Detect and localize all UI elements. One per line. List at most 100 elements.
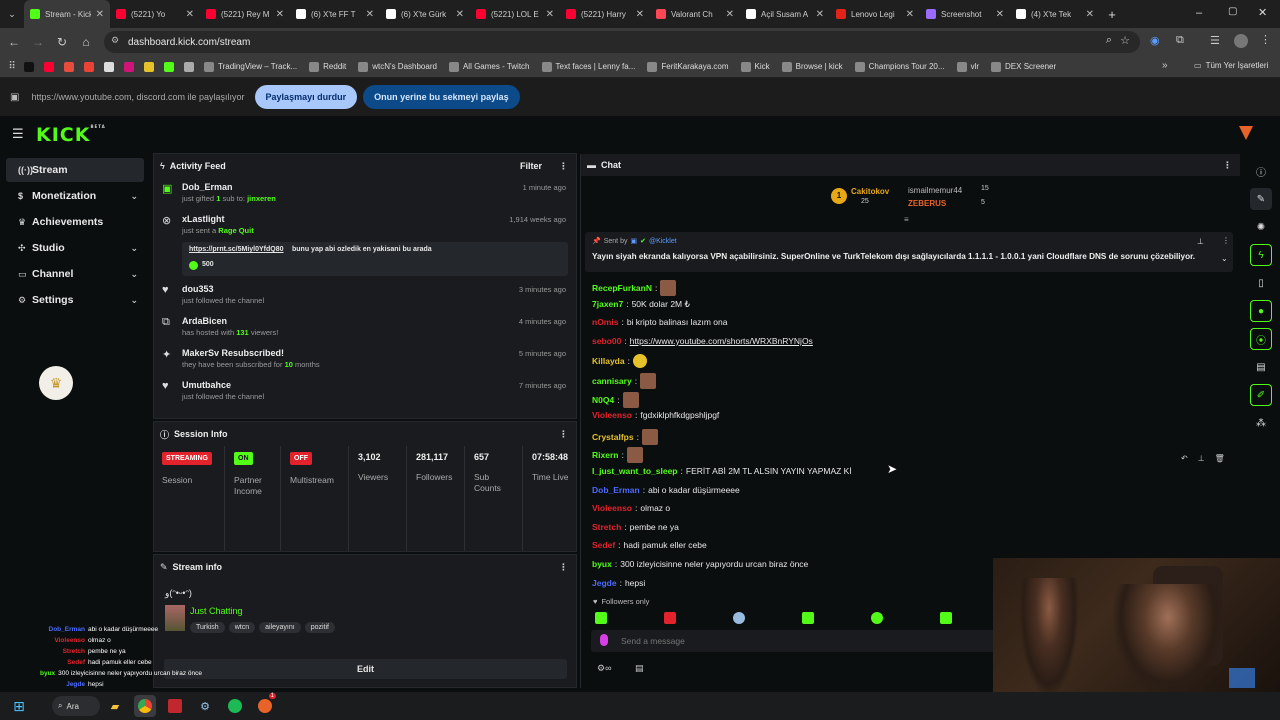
chat-username[interactable]: sebo00 <box>592 336 621 346</box>
activity-menu-icon[interactable]: ⋮ <box>559 161 568 172</box>
spotify-icon[interactable] <box>224 695 246 717</box>
chat-username[interactable]: Violeenso <box>592 410 632 420</box>
window-maximize-button[interactable]: ▢ <box>1228 6 1237 17</box>
activity-user[interactable]: dou353 <box>182 284 264 294</box>
extensions-puzzle-icon[interactable]: ⧉ <box>1176 34 1184 47</box>
chat-username[interactable]: byux <box>592 559 612 569</box>
sidebar-item-stream[interactable]: ((·)) Stream <box>6 158 144 182</box>
sidebar-item-monetization[interactable]: $ Monetization ⌄ <box>6 184 144 208</box>
sidebar-item-channel[interactable]: ▭ Channel ⌄ <box>6 262 144 286</box>
chat-username[interactable]: Dob_Erman <box>592 485 640 495</box>
emote-5-icon[interactable] <box>871 612 883 624</box>
chat-message-input[interactable] <box>621 633 981 649</box>
reload-icon[interactable]: ↻ <box>50 35 74 49</box>
browser-tab[interactable]: (4) X'te Tek ✕ <box>1010 0 1100 28</box>
browser-tab[interactable]: (6) X'te FF T ✕ <box>290 0 380 28</box>
chat-username[interactable]: nOmis <box>592 317 618 327</box>
chat-extra-icon[interactable]: ▤ <box>635 663 644 674</box>
share-this-tab-button[interactable]: Onun yerine bu sekmeyi paylaş <box>363 85 520 109</box>
all-bookmarks-link[interactable]: ▭ Tüm Yer İşaretleri <box>1194 61 1268 70</box>
chat-username[interactable]: cannisary <box>592 376 632 386</box>
emote-4-icon[interactable] <box>802 612 814 624</box>
profile-avatar[interactable] <box>1234 34 1248 48</box>
category-name[interactable]: Just Chatting <box>190 606 243 616</box>
chat-username[interactable]: Stretch <box>592 522 621 532</box>
sidebar-item-studio[interactable]: ✣ Studio ⌄ <box>6 236 144 260</box>
bookmark-item[interactable]: Reddit <box>309 61 346 72</box>
bookmark-item[interactable]: vlr <box>956 61 979 72</box>
bookmark-item[interactable]: Champions Tour 20... <box>854 61 945 72</box>
tab-close-icon[interactable]: ✕ <box>906 9 914 20</box>
stream-tag[interactable]: pozitif <box>304 622 335 633</box>
chat-username[interactable]: Jegde <box>592 578 617 588</box>
edit-button[interactable]: Edit <box>164 659 567 679</box>
stream-tag[interactable]: wtcn <box>228 622 256 633</box>
browser-tab[interactable]: (5221) LOL E ✕ <box>470 0 560 28</box>
file-explorer-icon[interactable]: ▰ <box>104 695 126 717</box>
tab-close-icon[interactable]: ✕ <box>636 9 644 20</box>
chat-link[interactable]: https://www.youtube.com/shorts/WRXBnRYNj… <box>630 336 813 346</box>
share-tool-icon[interactable]: ⁂ <box>1250 412 1272 434</box>
chrome-icon[interactable] <box>134 695 156 717</box>
chat-username[interactable]: Crystalfps <box>592 432 634 442</box>
chevron-down-icon[interactable]: ⌄ <box>130 269 138 280</box>
activity-user[interactable]: ArdaBicen <box>182 316 278 326</box>
site-info-icon[interactable]: ⚙ <box>111 35 119 46</box>
tab-close-icon[interactable]: ✕ <box>1086 9 1094 20</box>
bookmarks-overflow-icon[interactable]: » <box>1162 60 1168 71</box>
collapse-pinned-icon[interactable]: ⌄ <box>1221 254 1228 263</box>
chat-username[interactable]: I_just_want_to_sleep <box>592 466 678 476</box>
browser-tab[interactable]: (6) X'te Gürk ✕ <box>380 0 470 28</box>
extension-icon[interactable]: ◉ <box>1150 34 1160 47</box>
unpin-icon[interactable]: ⊥ <box>1197 237 1204 246</box>
steam-icon[interactable]: ⚙ <box>194 695 216 717</box>
tab-close-icon[interactable]: ✕ <box>546 9 554 20</box>
browser-tab[interactable]: Stream - Kick ✕ <box>24 0 110 28</box>
top-gifter-3-name[interactable]: ZEBERUS <box>908 199 946 208</box>
chat-username[interactable]: Killayda <box>592 356 625 366</box>
activity-user[interactable]: MakerSv Resubscribed! <box>182 348 320 358</box>
browser-tab[interactable]: Açil Susam A ✕ <box>740 0 830 28</box>
stream-tag[interactable]: Turkish <box>190 622 225 633</box>
activity-user[interactable]: Dob_Erman <box>182 182 276 192</box>
browser-tab[interactable]: Screenshot ✕ <box>920 0 1010 28</box>
browser-menu-icon[interactable]: ⋮ <box>1260 33 1271 46</box>
bookmark-icon-8[interactable] <box>164 61 174 72</box>
session-menu-icon[interactable]: ⋮ <box>559 429 568 440</box>
stream-tag[interactable]: aileyayını <box>259 622 301 633</box>
sidebar-item-achievements[interactable]: ♛ Achievements <box>6 210 144 234</box>
chat-menu-icon[interactable]: ⋮ <box>1223 160 1232 171</box>
settings-tool-icon[interactable]: ✺ <box>1250 216 1272 238</box>
home-icon[interactable]: ⌂ <box>74 35 98 49</box>
browser-tab[interactable]: (5221) Rey M ✕ <box>200 0 290 28</box>
emote-3-icon[interactable] <box>733 612 745 624</box>
chat-settings-icon[interactable]: ⚙∞ <box>597 663 611 674</box>
bookmark-item[interactable]: wtcN's Dashboard <box>358 61 437 72</box>
back-icon[interactable]: ← <box>2 35 26 49</box>
emote-6-icon[interactable] <box>940 612 952 624</box>
taskbar-search[interactable]: ⌕ Ara <box>52 696 100 716</box>
new-tab-button[interactable]: + <box>1100 7 1124 22</box>
tab-close-icon[interactable]: ✕ <box>996 9 1004 20</box>
activity-user[interactable]: xLastlight <box>182 214 254 224</box>
kick-logo[interactable]: KICKBETA <box>36 124 106 146</box>
info-circle-icon[interactable]: ⓘ <box>1250 160 1272 182</box>
tab-close-icon[interactable]: ✕ <box>96 9 104 20</box>
reply-icon[interactable]: ↶ <box>1181 454 1188 463</box>
top-gifter-2-name[interactable]: ismailmemur44 <box>908 186 962 195</box>
media-control-icon[interactable]: ☰ <box>1210 34 1220 47</box>
bookmark-icon-5[interactable] <box>104 61 114 72</box>
bookmark-item[interactable]: FeritKarakaya.com <box>647 61 729 72</box>
document-tool-icon[interactable]: ▯ <box>1250 272 1272 294</box>
chevron-down-icon[interactable]: ⌄ <box>130 191 138 202</box>
activity-user[interactable]: Umutbahce <box>182 380 264 390</box>
tab-close-icon[interactable]: ✕ <box>366 9 374 20</box>
chat-username[interactable]: 7jaxen7 <box>592 299 623 309</box>
bookmark-item[interactable]: All Games - Twitch <box>448 61 530 72</box>
tab-list-dropdown[interactable]: ⌄ <box>0 9 24 20</box>
bookmark-item[interactable]: TradingView – Track... <box>204 61 297 72</box>
window-close-button[interactable]: ✕ <box>1258 6 1267 19</box>
window-minimize-button[interactable]: – <box>1196 7 1202 19</box>
bookmark-icon-7[interactable] <box>144 61 154 72</box>
yahoo-bookmark-icon[interactable] <box>124 61 134 72</box>
